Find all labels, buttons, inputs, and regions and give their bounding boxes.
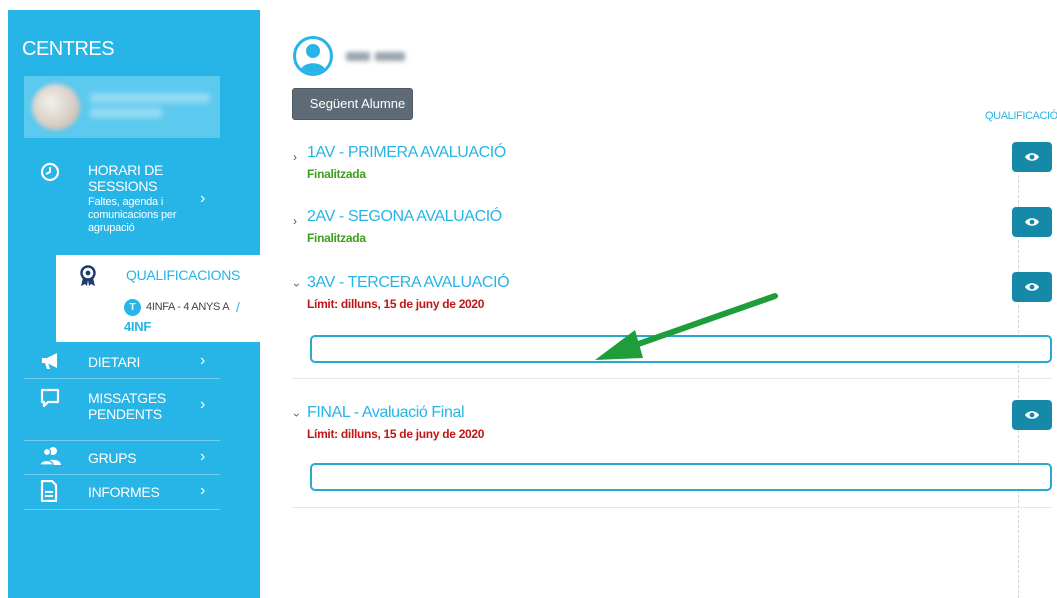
chevron-right-icon: › [200,396,206,413]
evaluation-deadline: Límit: dilluns, 15 de juny de 2020 [307,297,485,311]
divider [24,440,220,441]
divider [292,378,1052,379]
eye-icon [1025,153,1039,161]
sidebar-item-sublabel: Faltes, agenda i comunicacions per agrup… [88,196,177,234]
sidebar-item-label: MISSATGES PENDENTS [88,390,166,422]
annotation-arrow-icon [595,293,778,360]
chevron-right-icon: › [200,448,206,465]
qualification-column-header: QUALIFICACIÓ [985,110,1057,122]
clock-icon [40,162,60,187]
evaluation-status: Finalitzada [307,167,366,181]
sidebar-item-missatges[interactable]: MISSATGES PENDENTS › [24,386,220,426]
school-name [90,88,210,123]
chevron-right-icon: ❯ [354,126,367,142]
sidebar-item-label: GRUPS [88,450,137,466]
user-icon [300,44,326,73]
view-qualification-button[interactable] [1012,142,1052,172]
sidebar-item-label: DIETARI [88,354,141,370]
next-student-button[interactable]: Següent Alumne ❯ [292,88,413,142]
evaluation-title[interactable]: 2AV - SEGONA AVALUACIÓ [307,208,502,226]
eye-icon [1025,283,1039,291]
student-avatar [293,36,333,76]
eye-icon [1025,218,1039,226]
evaluation-row[interactable]: › 2AV - SEGONA AVALUACIÓ Finalitzada [293,208,1053,248]
student-name [346,48,416,62]
chat-bubble-icon [40,388,60,413]
divider [292,507,1052,508]
group-type-badge: T [124,299,141,316]
evaluation-row[interactable]: › 1AV - PRIMERA AVALUACIÓ Finalitzada [293,144,1053,184]
sidebar-item-horari[interactable]: HORARI DE SESSIONS Faltes, agenda i comu… [24,160,220,255]
megaphone-icon [40,352,62,375]
divider [24,378,220,379]
evaluation-status: Finalitzada [307,231,366,245]
sidebar-item-dietari[interactable]: DIETARI › [24,350,220,374]
sidebar-item-label: INFORMES [88,484,160,500]
eye-icon [1025,411,1039,419]
school-selector[interactable] [24,76,220,138]
group-code[interactable]: 4INF [124,319,151,334]
evaluation-title[interactable]: 3AV - TERCERA AVALUACIÓ [307,274,510,292]
sidebar-item-label: HORARI DE SESSIONS [88,162,164,194]
sidebar-item-label: QUALIFICACIONS [126,267,241,283]
evaluation-title[interactable]: 1AV - PRIMERA AVALUACIÓ [307,144,506,162]
next-student-label: Següent Alumne [309,96,406,111]
divider [24,474,220,475]
chevron-right-icon: › [200,482,206,499]
qualification-input-final[interactable] [310,463,1052,491]
school-logo [32,84,80,130]
collapse-caret-icon[interactable]: › [290,283,304,287]
group-label[interactable]: 4INFA - 4 ANYS A [146,301,230,313]
expand-caret-icon[interactable]: › [293,150,297,164]
evaluation-title[interactable]: FINAL - Avaluació Final [307,404,465,422]
group-separator: / [236,299,240,315]
collapse-caret-icon[interactable]: › [290,413,304,417]
divider [24,509,220,510]
view-qualification-button[interactable] [1012,272,1052,302]
document-icon [40,479,58,507]
chevron-right-icon: › [200,352,206,369]
sidebar-item-qualificacions[interactable]: QUALIFICACIONS T 4INFA - 4 ANYS A / 4INF [56,255,260,342]
view-qualification-button[interactable] [1012,400,1052,430]
sidebar-item-informes[interactable]: INFORMES › [24,479,220,507]
award-icon [78,265,98,292]
chevron-right-icon: › [200,190,206,207]
expand-caret-icon[interactable]: › [293,214,297,228]
evaluation-row[interactable]: › FINAL - Avaluació Final Límit: dilluns… [290,404,1053,444]
evaluation-deadline: Límit: dilluns, 15 de juny de 2020 [307,427,485,441]
sidebar-title: CENTRES [22,38,115,60]
sidebar-item-grups[interactable]: GRUPS › [24,446,220,470]
users-icon [39,446,62,471]
view-qualification-button[interactable] [1012,207,1052,237]
